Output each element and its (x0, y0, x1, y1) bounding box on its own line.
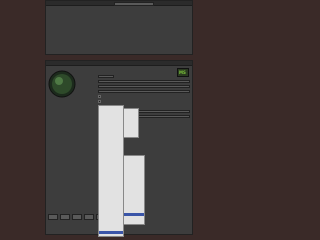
sphere-preview (48, 70, 76, 98)
prop-field[interactable] (98, 90, 190, 93)
prop-field[interactable] (98, 75, 114, 78)
menu-highlight (99, 231, 123, 234)
ms-badge: MS (177, 68, 189, 77)
menu-highlight (124, 213, 144, 216)
prop-field[interactable] (98, 85, 190, 88)
dropdown-menu-1 (98, 105, 124, 237)
dropdown-menu-2 (123, 155, 145, 225)
dropdown-menu-3 (123, 108, 139, 138)
top-window (45, 0, 193, 55)
prop-checkbox[interactable] (98, 100, 101, 103)
ms-badge-label: MS (179, 70, 186, 75)
prop-field[interactable] (98, 80, 190, 83)
bottom-button[interactable] (60, 214, 70, 220)
main-window-titlebar[interactable] (46, 61, 192, 66)
bottom-button[interactable] (48, 214, 58, 220)
prop-checkbox[interactable] (98, 95, 101, 98)
top-field[interactable] (114, 2, 154, 6)
bottom-button[interactable] (72, 214, 82, 220)
bottom-button[interactable] (84, 214, 94, 220)
